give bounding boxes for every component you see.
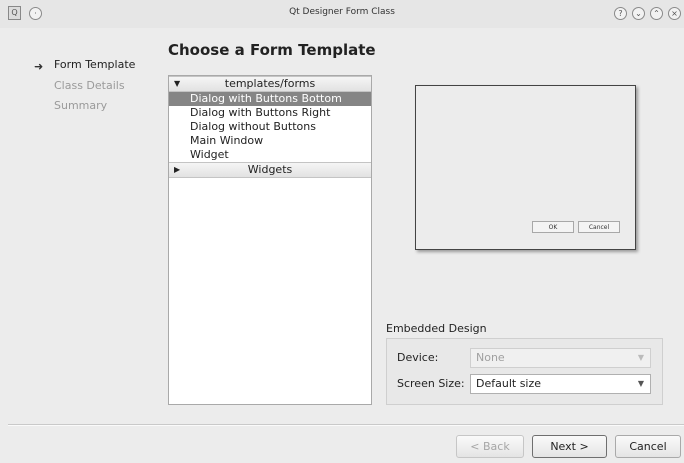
collapsed-arrow-icon[interactable]: ▶: [174, 163, 180, 177]
template-item[interactable]: Widget: [169, 148, 371, 162]
footer-separator: [8, 424, 684, 426]
template-tree[interactable]: ▼ templates/forms Dialog with Buttons Bo…: [168, 75, 372, 405]
maximize-icon[interactable]: ⌃: [650, 7, 663, 20]
minimize-icon[interactable]: ⌄: [632, 7, 645, 20]
screen-size-combo[interactable]: Default size ▼: [470, 374, 651, 394]
form-preview: OK Cancel: [415, 85, 636, 250]
step-form-template: Form Template: [54, 58, 136, 71]
template-item[interactable]: Dialog without Buttons: [169, 120, 371, 134]
device-value: None: [476, 351, 505, 364]
template-item[interactable]: Dialog with Buttons Right: [169, 106, 371, 120]
back-button[interactable]: < Back: [456, 435, 524, 458]
cancel-button[interactable]: Cancel: [615, 435, 681, 458]
category-templates-forms[interactable]: ▼ templates/forms: [169, 76, 371, 92]
category-widgets[interactable]: ▶ Widgets: [169, 162, 371, 178]
chevron-down-icon[interactable]: ▼: [638, 375, 644, 393]
category-label: templates/forms: [224, 77, 316, 90]
current-step-arrow-icon: ➜: [34, 60, 44, 73]
page-title: Choose a Form Template: [168, 41, 376, 59]
chevron-down-icon: ▼: [637, 353, 644, 362]
step-summary: Summary: [54, 99, 108, 112]
close-icon[interactable]: ×: [668, 7, 681, 20]
help-icon[interactable]: ?: [614, 7, 627, 20]
title-bar: Q · Qt Designer Form Class ? ⌄ ⌃ ×: [0, 0, 684, 28]
step-class-details: Class Details: [54, 79, 125, 92]
screen-size-value: Default size: [476, 377, 542, 390]
expanded-arrow-icon[interactable]: ▼: [174, 77, 180, 91]
screen-size-label: Screen Size:: [397, 377, 465, 390]
preview-cancel-button: Cancel: [578, 221, 620, 233]
category-label: Widgets: [247, 163, 293, 176]
template-item[interactable]: Dialog with Buttons Bottom: [169, 92, 371, 106]
embedded-design-title: Embedded Design: [386, 322, 487, 335]
window-title: Qt Designer Form Class: [289, 7, 395, 17]
template-item[interactable]: Main Window: [169, 134, 371, 148]
device-label: Device:: [397, 351, 439, 364]
preview-ok-button: OK: [532, 221, 574, 233]
next-button[interactable]: Next >: [532, 435, 607, 458]
device-combo: None ▼: [470, 348, 651, 368]
